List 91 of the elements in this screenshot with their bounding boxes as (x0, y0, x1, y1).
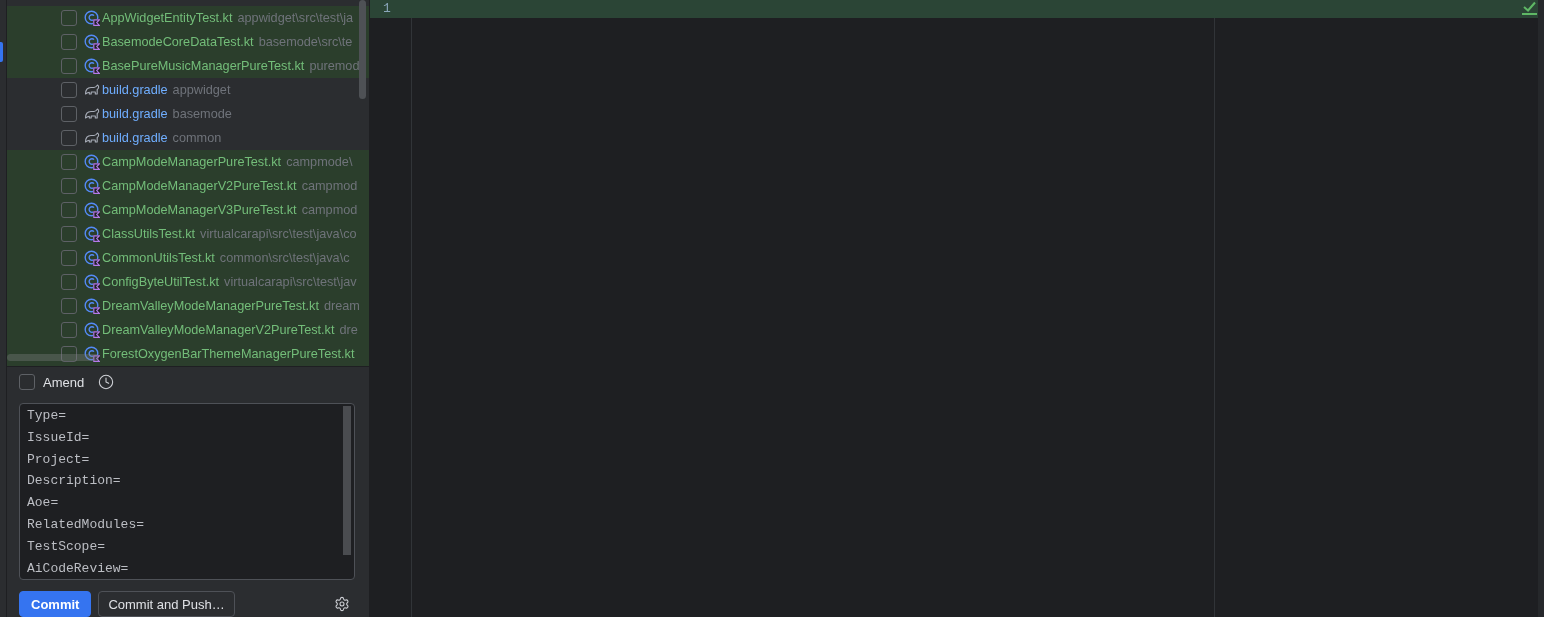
file-path: dre (339, 322, 358, 338)
file-path: common (172, 130, 222, 146)
class-file-icon (84, 58, 100, 74)
file-path: campmode\ (286, 154, 353, 170)
file-name: build.gradle (102, 130, 168, 146)
file-path: dream (323, 298, 360, 314)
check-icon[interactable] (1522, 1, 1537, 15)
commit-button[interactable]: Commit (19, 591, 92, 617)
class-file-icon (84, 178, 100, 194)
message-line: Description= (27, 472, 121, 491)
class-file-icon (84, 322, 100, 338)
file-checkbox[interactable] (61, 178, 77, 194)
class-file-icon (84, 202, 100, 218)
file-name: ClassUtilsTest.kt (102, 226, 196, 242)
message-line: Project= (27, 450, 90, 469)
file-row[interactable]: DreamValleyModeManagerV2PureTest.kt dre (7, 318, 369, 342)
commit-and-push-button[interactable]: Commit and Push… (98, 591, 235, 617)
message-line: Type= (27, 407, 66, 425)
file-name: CommonUtilsTest.kt (102, 250, 215, 266)
file-row[interactable]: CampModeManagerV2PureTest.kt campmod (7, 174, 369, 198)
class-file-icon (84, 154, 100, 170)
file-row[interactable]: AppWidgetEntityTest.kt appwidget\src\test\ja (7, 6, 369, 30)
file-name: DreamValleyModeManagerPureTest.kt (102, 298, 319, 314)
file-checkbox[interactable] (61, 130, 77, 146)
class-file-icon (84, 10, 100, 26)
file-path: basemode (172, 106, 232, 122)
class-file-icon (84, 346, 100, 362)
file-checkbox[interactable] (61, 154, 77, 170)
file-row[interactable]: CampModeManagerPureTest.kt campmode\ (7, 150, 369, 174)
file-row[interactable]: ForestOxygenBarThemeManagerPureTest.kt (7, 342, 369, 366)
file-checkbox[interactable] (61, 298, 77, 314)
class-file-icon (84, 274, 100, 290)
file-name: DreamValleyModeManagerV2PureTest.kt (102, 322, 335, 338)
message-line: RelatedModules= (27, 516, 145, 534)
file-name: BasemodeCoreDataTest.kt (102, 34, 254, 50)
file-row[interactable]: CommonUtilsTest.kt common\src\test\java\c (7, 246, 369, 270)
message-line: TestScope= (27, 537, 105, 556)
file-checkbox[interactable] (61, 226, 77, 242)
scrollbar-thumb[interactable] (343, 406, 351, 555)
amend-label[interactable]: Amend (43, 374, 85, 390)
file-name: CampModeManagerV2PureTest.kt (102, 178, 297, 194)
file-name: CampModeManagerV3PureTest.kt (102, 202, 297, 218)
file-checkbox[interactable] (61, 10, 77, 26)
file-path: puremod (309, 58, 360, 74)
settings-icon[interactable] (334, 596, 350, 612)
file-path: virtualcarapi\src\test\jav (224, 274, 357, 290)
file-checkbox[interactable] (61, 106, 77, 122)
file-row[interactable]: DreamValleyModeManagerPureTest.kt dream (7, 294, 369, 318)
class-file-icon (84, 250, 100, 266)
file-path: virtualcarapi\src\test\java\co (200, 226, 357, 242)
elephant-icon (84, 130, 100, 146)
file-row[interactable]: ConfigByteUtilTest.kt virtualcarapi\src\test\jav (7, 270, 369, 294)
file-name: ConfigByteUtilTest.kt (102, 274, 220, 290)
message-line: IssueId= (27, 428, 90, 447)
file-name: BasePureMusicManagerPureTest.kt (102, 58, 305, 74)
commit-message-field[interactable]: Type= IssueId= Project= Description= Aoe= RelatedModules= TestScope= AiCodeReview= (19, 403, 355, 580)
file-name: CampModeManagerPureTest.kt (102, 154, 282, 170)
amend-checkbox[interactable] (19, 374, 35, 390)
class-file-icon (84, 226, 100, 242)
file-checkbox[interactable] (61, 322, 77, 338)
file-name: AppWidgetEntityTest.kt (102, 10, 233, 26)
file-name: ForestOxygenBarThemeManagerPureTest.kt (102, 346, 355, 362)
scrollbar-thumb[interactable] (7, 354, 99, 361)
file-path: appwidget\src\test\ja (237, 10, 354, 26)
file-checkbox[interactable] (61, 82, 77, 98)
class-file-icon (84, 298, 100, 314)
line-number: 1 (382, 0, 392, 18)
message-line: AiCodeReview= (27, 559, 129, 578)
file-row[interactable]: BasePureMusicManagerPureTest.kt puremod (7, 54, 369, 78)
file-checkbox[interactable] (61, 346, 77, 362)
file-row[interactable]: BasemodeCoreDataTest.kt basemode\src\te (7, 30, 369, 54)
message-line: Aoe= (27, 494, 59, 513)
file-path: common\src\test\java\c (219, 250, 350, 266)
file-path: campmod (301, 202, 358, 218)
file-checkbox[interactable] (61, 202, 77, 218)
file-name: build.gradle (102, 106, 168, 122)
file-row[interactable]: ClassUtilsTest.kt virtualcarapi\src\test\java\co (7, 222, 369, 246)
clock-icon[interactable] (98, 374, 115, 390)
file-path: basemode\src\te (258, 34, 353, 50)
scrollbar-thumb[interactable] (359, 0, 366, 99)
file-path: appwidget (172, 82, 231, 98)
file-checkbox[interactable] (61, 58, 77, 74)
file-path: campmod (301, 178, 358, 194)
file-checkbox[interactable] (61, 274, 77, 290)
file-name: build.gradle (102, 82, 168, 98)
file-checkbox[interactable] (61, 250, 77, 266)
class-file-icon (84, 34, 100, 50)
elephant-icon (84, 82, 100, 98)
elephant-icon (84, 106, 100, 122)
file-row[interactable]: CampModeManagerV3PureTest.kt campmod (7, 198, 369, 222)
file-checkbox[interactable] (61, 34, 77, 50)
